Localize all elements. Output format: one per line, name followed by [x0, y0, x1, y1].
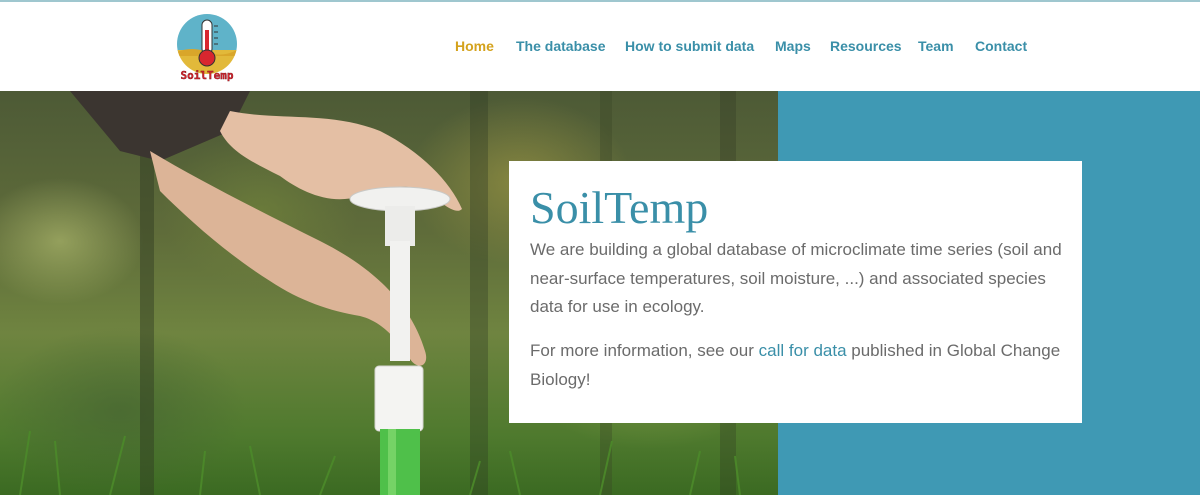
nav-item-maps[interactable]: Maps	[775, 38, 811, 54]
hero-info: For more information, see our call for d…	[530, 337, 1070, 394]
logo-text: SoilTemp	[181, 69, 234, 82]
nav-item-how-to-submit-data[interactable]: How to submit data	[625, 38, 754, 54]
nav-item-home[interactable]: Home	[455, 38, 494, 54]
hero-title: SoilTemp	[530, 182, 709, 233]
call-for-data-link[interactable]: call for data	[759, 341, 847, 360]
nav-item-team[interactable]: Team	[918, 38, 954, 54]
hero-card: SoilTemp We are building a global databa…	[509, 161, 1082, 423]
hero-description: We are building a global database of mic…	[530, 240, 1062, 316]
nav-item-the-database[interactable]: The database	[516, 38, 605, 54]
hero-section: SoilTemp We are building a global databa…	[0, 91, 1200, 495]
hero-info-prefix: For more information, see our	[530, 341, 759, 360]
main-nav: Home The database How to submit data Map…	[0, 38, 1200, 58]
site-header: SoilTemp Home The database How to submit…	[0, 0, 1200, 91]
nav-item-resources[interactable]: Resources	[830, 38, 902, 54]
nav-item-contact[interactable]: Contact	[975, 38, 1027, 54]
